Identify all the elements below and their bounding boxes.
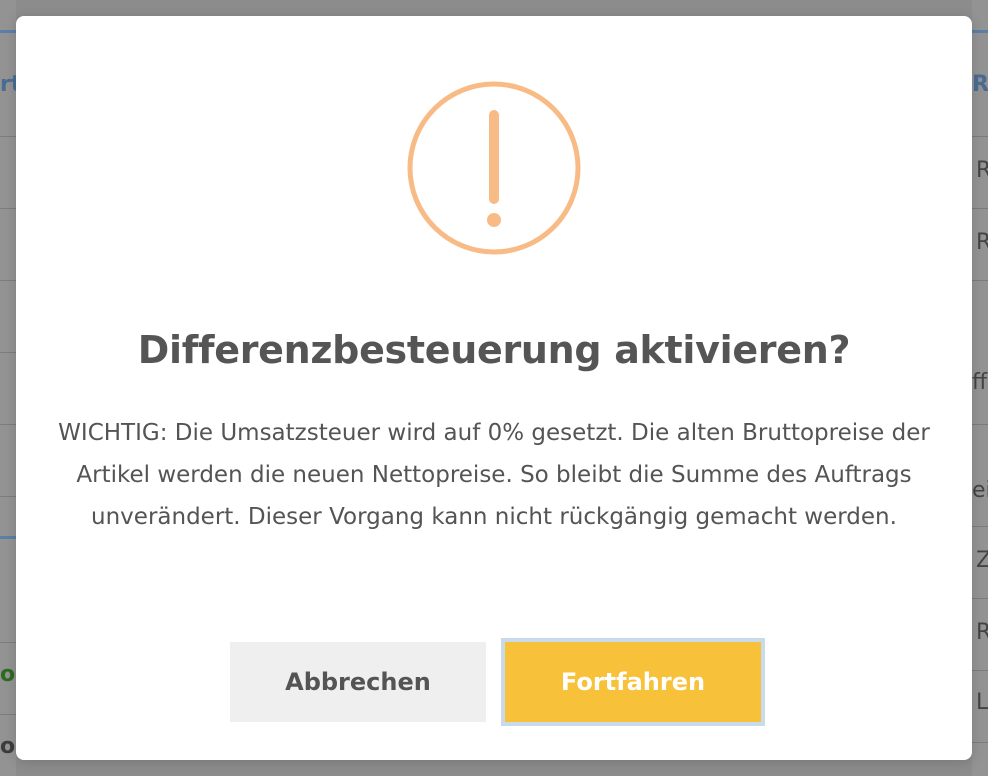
background-fragment: ffe <box>972 370 988 395</box>
background-fragment: ein <box>972 478 988 503</box>
background-left-panel <box>0 0 16 776</box>
exclamation-circle-icon <box>407 81 581 255</box>
background-fragment: L <box>976 690 988 715</box>
background-divider <box>972 670 988 671</box>
background-fragment: R <box>976 158 988 183</box>
confirm-button[interactable]: Fortfahren <box>501 638 765 726</box>
background-divider <box>972 526 988 527</box>
dialog-title: Differenzbesteuerung aktivieren? <box>137 328 851 372</box>
confirm-dialog: Differenzbesteuerung aktivieren? WICHTIG… <box>16 16 972 760</box>
dialog-message: WICHTIG: Die Umsatzsteuer wird auf 0% ge… <box>58 420 930 530</box>
background-divider <box>0 136 16 137</box>
background-accent-line <box>0 30 16 33</box>
background-fragment: Z <box>976 548 988 573</box>
background-divider <box>0 424 16 425</box>
cancel-button[interactable]: Abbrechen <box>230 642 486 722</box>
background-divider <box>972 280 988 281</box>
background-divider <box>0 280 16 281</box>
background-fragment: R <box>976 620 988 645</box>
background-divider <box>0 352 16 353</box>
background-divider <box>0 714 16 715</box>
background-divider <box>0 496 16 497</box>
background-fragment: Re <box>972 72 988 97</box>
background-divider <box>972 136 988 137</box>
background-divider <box>0 208 16 209</box>
background-divider <box>972 424 988 425</box>
background-divider <box>972 742 988 743</box>
background-divider <box>0 642 16 643</box>
background-fragment: R <box>976 230 988 255</box>
background-accent-line <box>972 30 988 33</box>
background-divider <box>972 208 988 209</box>
background-divider <box>972 598 988 599</box>
background-accent-line <box>0 536 16 539</box>
